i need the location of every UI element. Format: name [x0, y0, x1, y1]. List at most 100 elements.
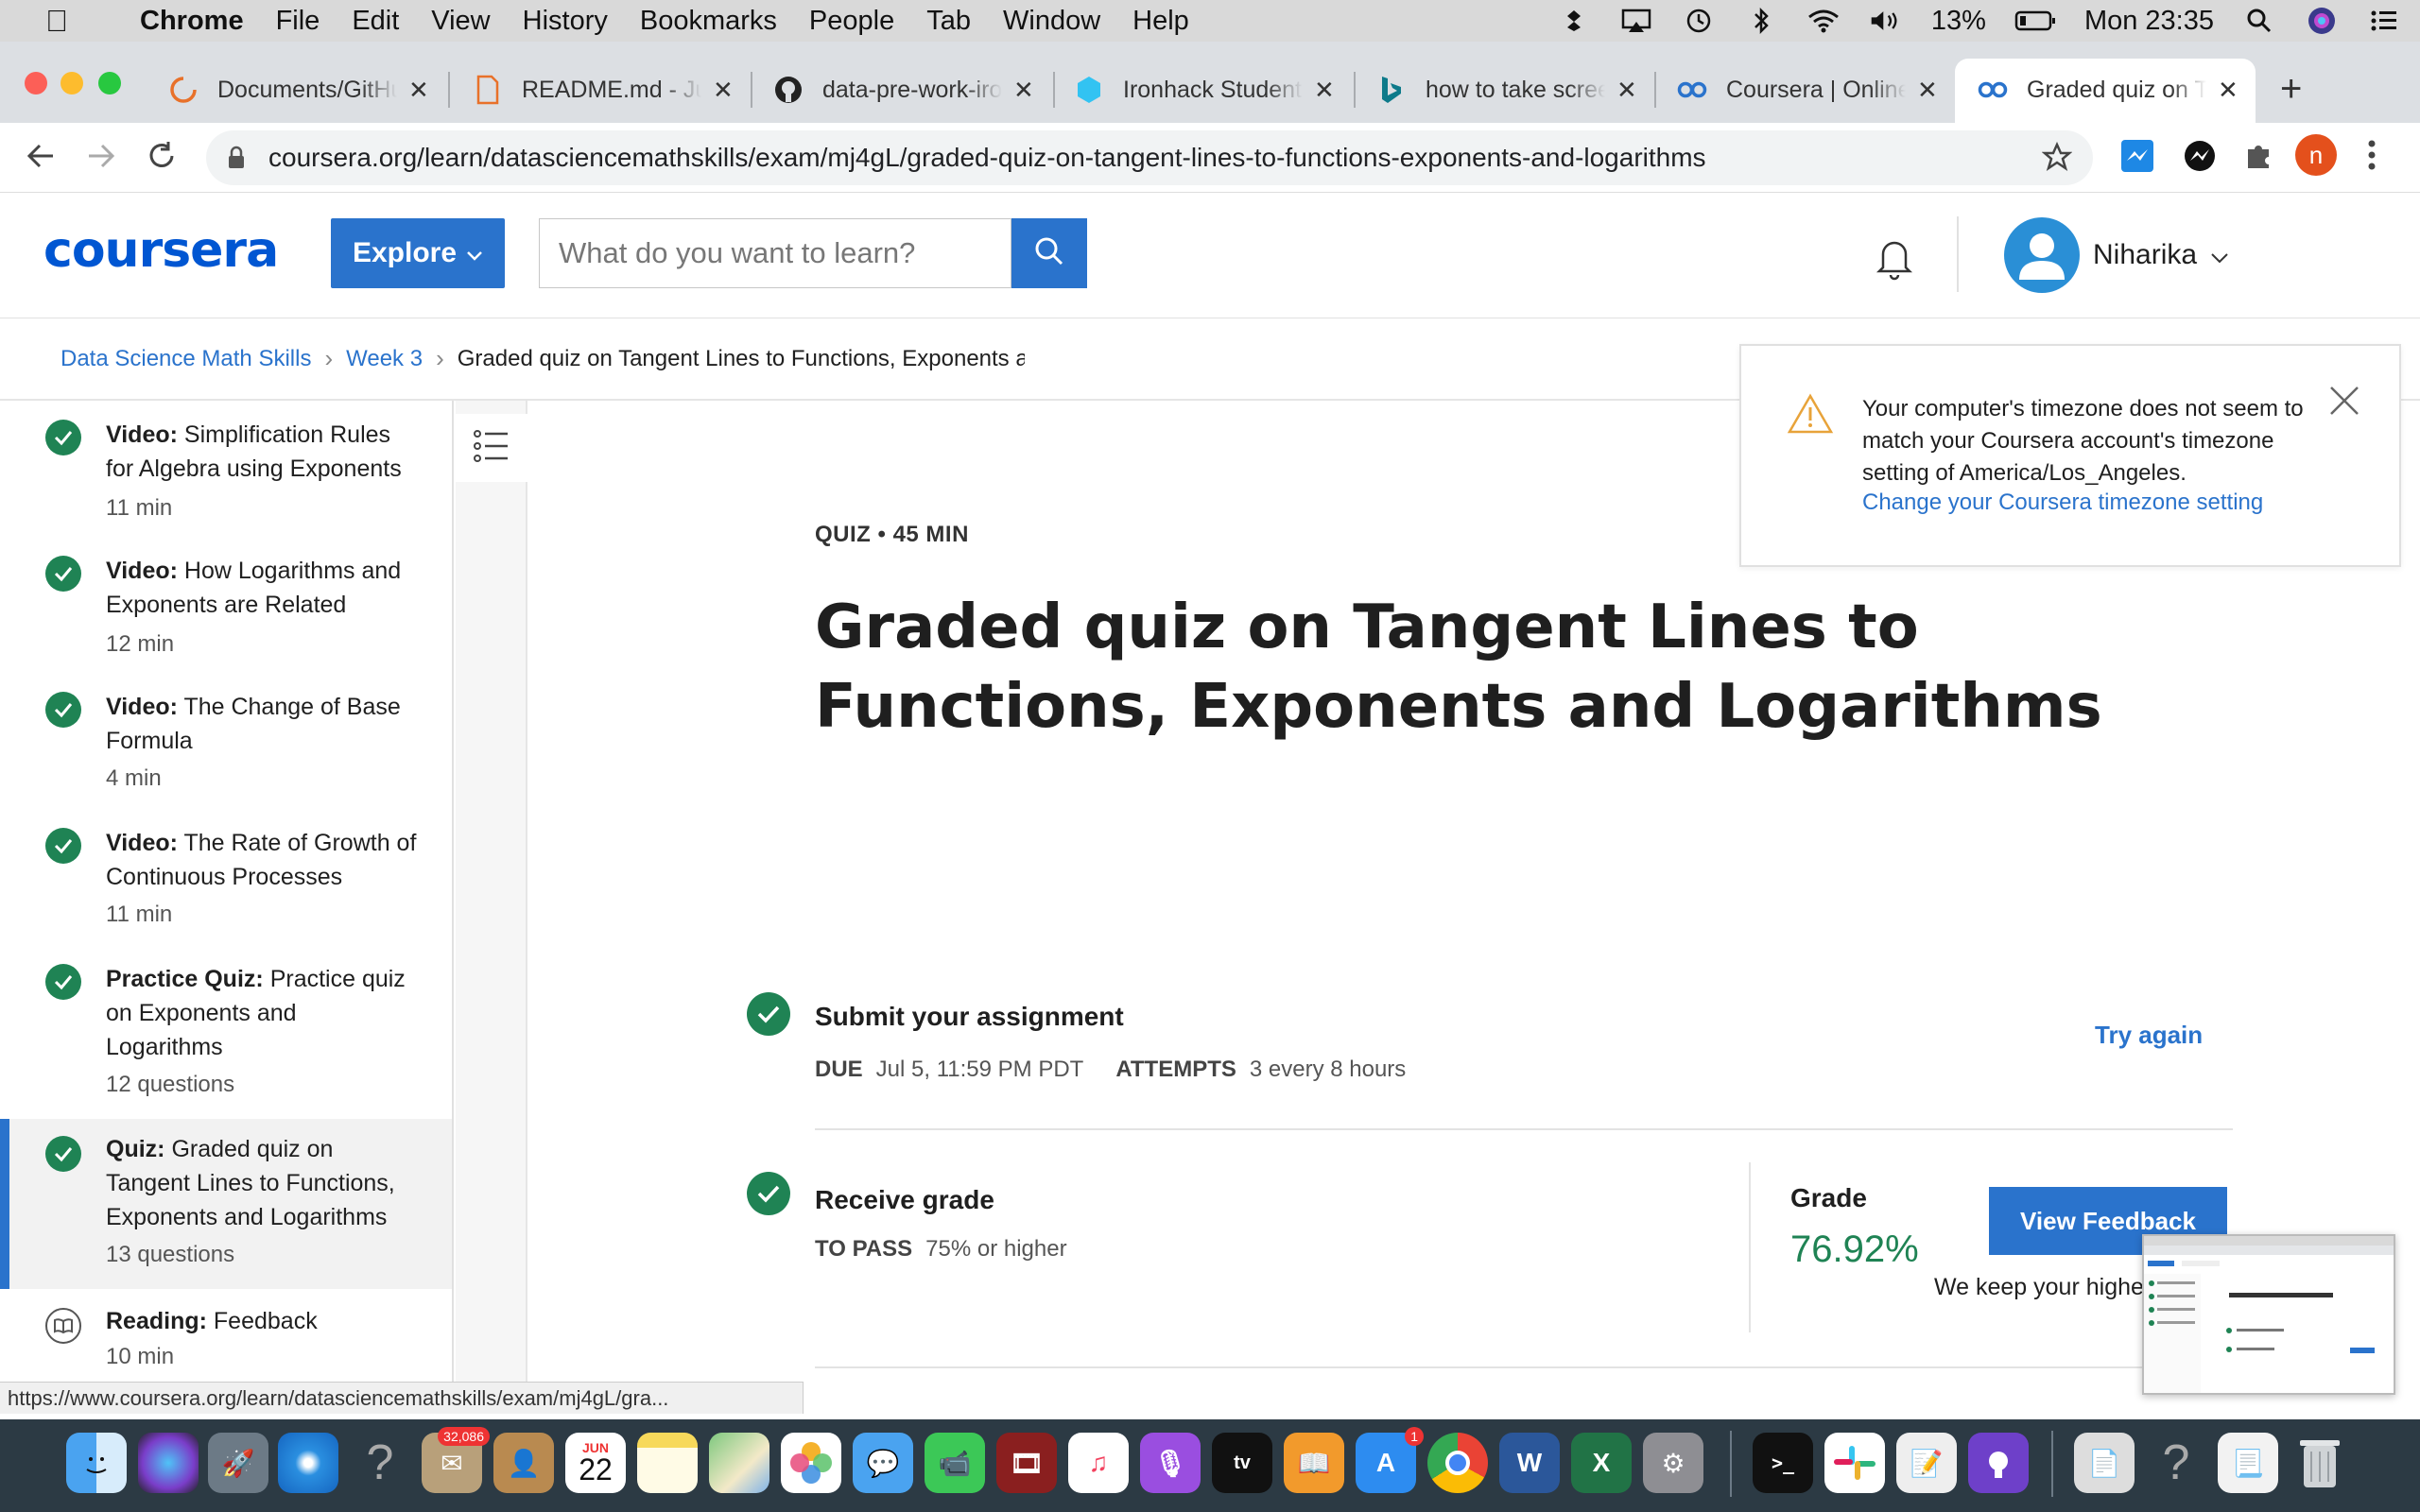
airplay-icon[interactable]	[1619, 7, 1653, 35]
menu-tab[interactable]: Tab	[926, 6, 971, 37]
document-stack-icon[interactable]: 📄	[2074, 1433, 2135, 1493]
menu-help[interactable]: Help	[1132, 6, 1189, 37]
dropbox-icon[interactable]	[1557, 7, 1591, 35]
facetime-icon[interactable]: 📹	[925, 1433, 985, 1493]
menu-edit[interactable]: Edit	[352, 6, 399, 37]
menu-file[interactable]: File	[276, 6, 320, 37]
siri-icon[interactable]	[2305, 7, 2339, 35]
sidebar-item-rate-of-growth[interactable]: Video: The Rate of Growth of Continuous …	[0, 807, 452, 943]
new-tab-button[interactable]: +	[2280, 68, 2302, 111]
tab-close-icon[interactable]: ✕	[1314, 76, 1337, 105]
change-timezone-link[interactable]: Change your Coursera timezone setting	[1862, 490, 2263, 516]
spotlight-search-icon[interactable]	[2242, 7, 2276, 35]
textedit-icon[interactable]: 📝	[1896, 1433, 1957, 1493]
tab-ironhack-portal[interactable]: Ironhack Student Portal ✕	[1074, 66, 1337, 113]
sidebar-item-simplification-rules[interactable]: Video: Simplification Rules for Algebra …	[0, 401, 452, 533]
window-close-button[interactable]	[25, 72, 47, 94]
messenger-extension-icon[interactable]	[2119, 138, 2155, 179]
trash-icon[interactable]	[2290, 1433, 2350, 1493]
try-again-link[interactable]: Try again	[2095, 1021, 2203, 1050]
safari-icon[interactable]	[278, 1433, 338, 1493]
siri-icon[interactable]	[138, 1433, 199, 1493]
tab-documents-github[interactable]: Documents/GitHub ✕	[168, 66, 431, 113]
explore-button[interactable]: Explore	[331, 218, 505, 288]
menu-history[interactable]: History	[523, 6, 608, 37]
messenger-icon[interactable]	[2182, 138, 2218, 179]
lock-icon[interactable]	[227, 146, 246, 175]
menu-window[interactable]: Window	[1003, 6, 1100, 37]
tab-close-icon[interactable]: ✕	[2218, 76, 2240, 105]
menu-view[interactable]: View	[431, 6, 490, 37]
user-avatar[interactable]	[2004, 217, 2080, 293]
screenshot-thumbnail[interactable]	[2142, 1234, 2395, 1395]
tab-bing-screenshot[interactable]: how to take screenshot ✕	[1376, 66, 1639, 113]
breadcrumb-course-link[interactable]: Data Science Math Skills	[60, 346, 311, 372]
bluetooth-icon[interactable]	[1744, 7, 1778, 35]
breadcrumb-week-link[interactable]: Week 3	[346, 346, 423, 372]
maps-icon[interactable]	[709, 1433, 769, 1493]
terminal-icon[interactable]: >_	[1753, 1433, 1813, 1493]
window-maximize-button[interactable]	[98, 72, 121, 94]
question-mark-icon[interactable]: ?	[350, 1433, 410, 1493]
tab-close-icon[interactable]: ✕	[713, 76, 735, 105]
menu-app-name[interactable]: Chrome	[140, 6, 244, 37]
menu-bookmarks[interactable]: Bookmarks	[640, 6, 777, 37]
close-icon[interactable]	[2327, 384, 2361, 422]
sidebar-item-practice-quiz[interactable]: Practice Quiz: Practice quiz on Exponent…	[0, 943, 452, 1115]
sidebar-item-reading-feedback[interactable]: Reading: Feedback 10 min	[0, 1291, 452, 1389]
books-icon[interactable]: 📖	[1284, 1433, 1344, 1493]
tab-close-icon[interactable]: ✕	[408, 76, 431, 105]
notes-icon[interactable]	[637, 1433, 698, 1493]
tab-close-icon[interactable]: ✕	[1616, 76, 1639, 105]
chrome-icon[interactable]	[1427, 1433, 1488, 1493]
github-desktop-icon[interactable]	[1968, 1433, 2029, 1493]
finder-icon[interactable]	[66, 1433, 127, 1493]
tab-close-icon[interactable]: ✕	[1917, 76, 1940, 105]
reload-icon[interactable]	[146, 140, 178, 177]
notification-center-icon[interactable]	[2367, 7, 2401, 35]
coursera-logo[interactable]: coursera	[43, 222, 279, 279]
bookmark-star-icon[interactable]	[2041, 141, 2073, 177]
address-bar[interactable]: coursera.org/learn/datasciencemathskills…	[206, 130, 2093, 185]
messages-icon[interactable]: 💬	[853, 1433, 913, 1493]
sidebar-item-logarithms-exponents[interactable]: Video: How Logarithms and Exponents are …	[0, 535, 452, 671]
battery-icon[interactable]	[2014, 7, 2056, 35]
tab-github-data-pre-work[interactable]: data-pre-work-ironhack ✕	[773, 66, 1036, 113]
wifi-icon[interactable]	[1806, 7, 1841, 35]
sidebar-item-graded-quiz-active[interactable]: Quiz: Graded quiz on Tangent Lines to Fu…	[0, 1119, 452, 1289]
time-machine-icon[interactable]	[1682, 7, 1716, 35]
tab-graded-quiz-active[interactable]: Graded quiz on Tangent ✕	[1978, 66, 2240, 113]
podcasts-icon[interactable]: 🎙	[1140, 1433, 1201, 1493]
apple-tv-icon[interactable]: tv	[1212, 1433, 1272, 1493]
tab-coursera-online[interactable]: Coursera | Online Courses ✕	[1677, 66, 1940, 113]
system-preferences-icon[interactable]: ⚙	[1643, 1433, 1703, 1493]
photo-booth-icon[interactable]: 🎞	[996, 1433, 1057, 1493]
toc-toggle-button[interactable]	[456, 414, 527, 482]
search-input[interactable]: What do you want to learn?	[539, 218, 1011, 288]
chrome-menu-icon[interactable]	[2367, 138, 2377, 177]
extensions-puzzle-icon[interactable]	[2242, 140, 2274, 177]
question-mark-icon[interactable]: ?	[2146, 1433, 2206, 1493]
back-arrow-icon[interactable]	[25, 140, 57, 177]
window-minimize-button[interactable]	[60, 72, 83, 94]
music-icon[interactable]: ♫	[1068, 1433, 1129, 1493]
profile-avatar-button[interactable]: n	[2295, 134, 2337, 176]
user-menu[interactable]: Niharika	[2093, 239, 2229, 271]
downloads-stack-icon[interactable]: 📃	[2218, 1433, 2278, 1493]
app-store-icon[interactable]: A1	[1356, 1427, 1424, 1493]
tab-close-icon[interactable]: ✕	[1013, 76, 1036, 105]
tab-readme-jupyter[interactable]: README.md - Jupyter ✕	[473, 66, 735, 113]
apple-menu-icon[interactable]: 	[38, 4, 76, 39]
menubar-clock[interactable]: Mon 23:35	[2084, 6, 2214, 37]
search-button[interactable]	[1011, 218, 1087, 288]
contacts-icon[interactable]: 👤	[493, 1433, 554, 1493]
slack-icon[interactable]	[1824, 1433, 1885, 1493]
forward-arrow-icon[interactable]	[85, 140, 117, 177]
menu-people[interactable]: People	[809, 6, 894, 37]
word-icon[interactable]: W	[1499, 1433, 1560, 1493]
notifications-bell-icon[interactable]	[1870, 233, 1919, 287]
excel-icon[interactable]: X	[1571, 1433, 1632, 1493]
mail-icon[interactable]: ✉ 32,086	[422, 1427, 490, 1493]
sidebar-item-change-of-base[interactable]: Video: The Change of Base Formula 4 min	[0, 671, 452, 807]
launchpad-icon[interactable]: 🚀	[208, 1433, 268, 1493]
